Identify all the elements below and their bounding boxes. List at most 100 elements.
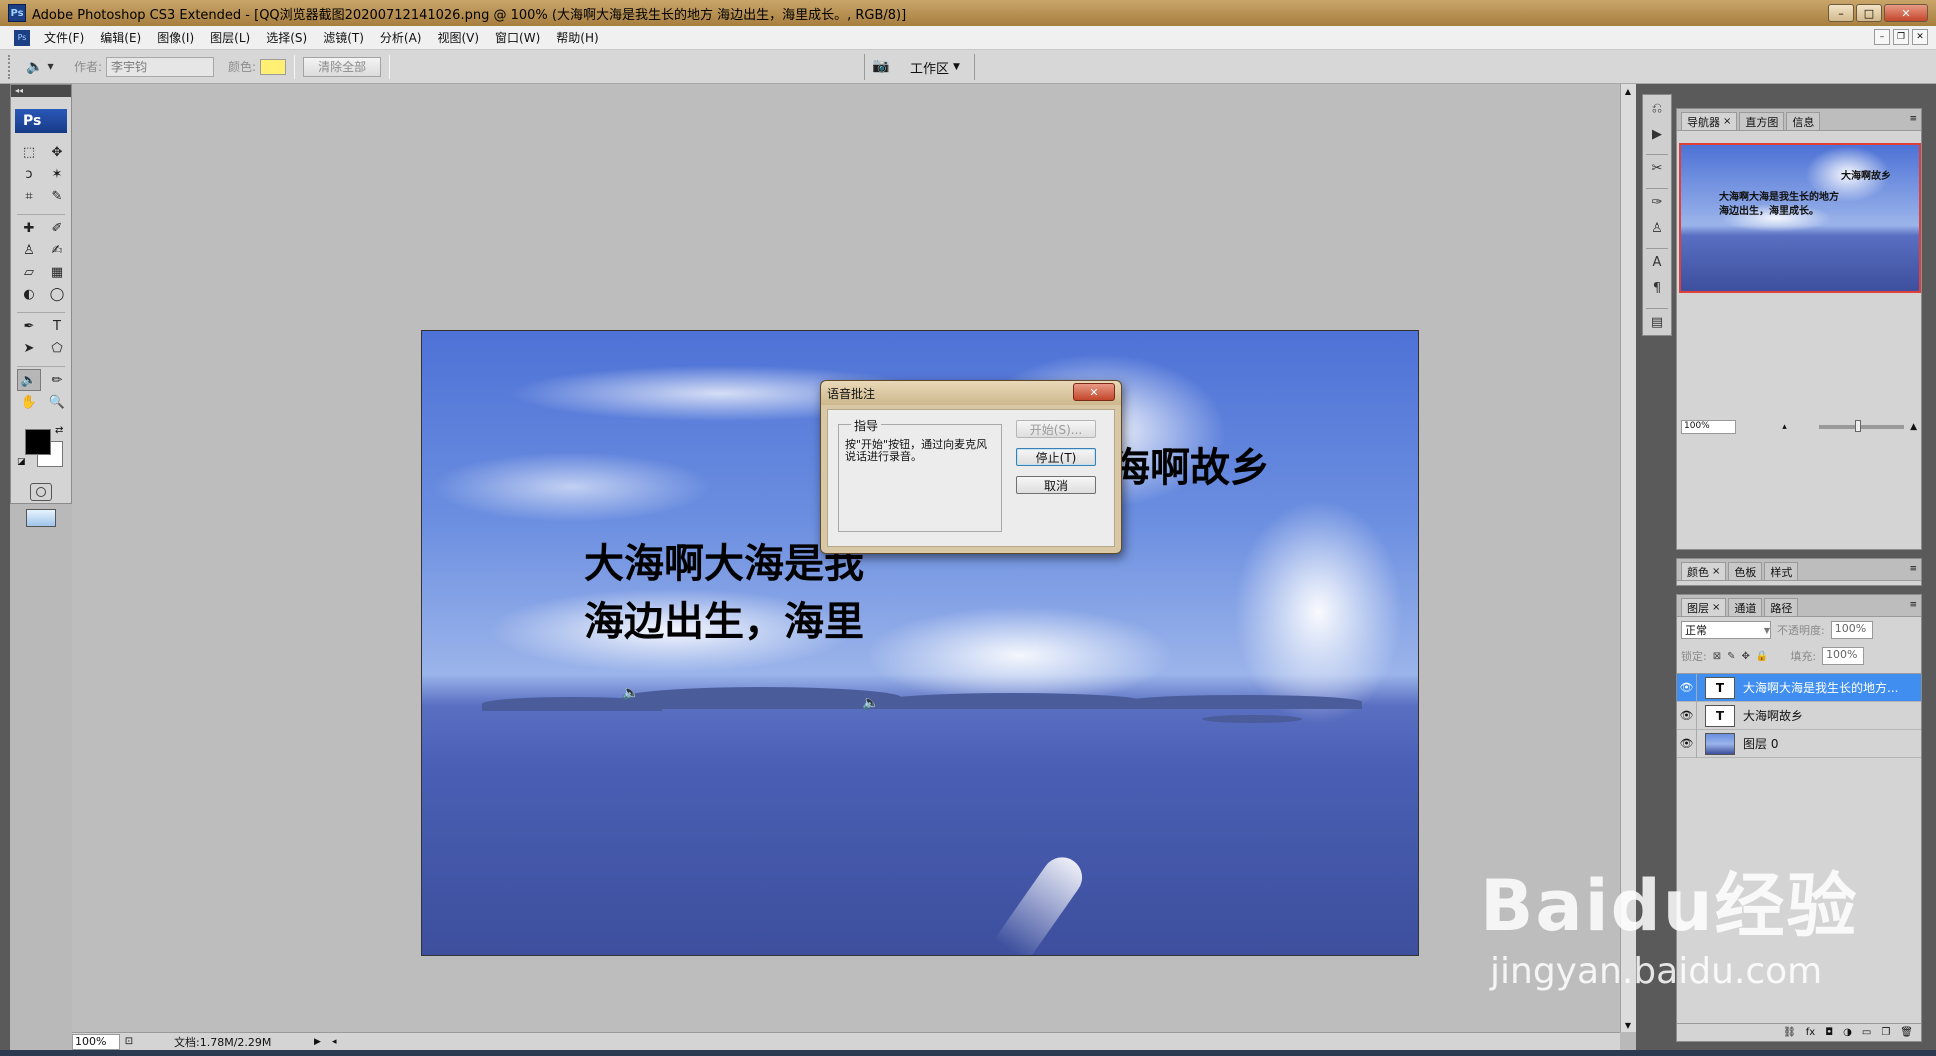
annotation-color-swatch[interactable] xyxy=(260,58,287,75)
audio-annotation-tool-icon[interactable]: 🔈 xyxy=(17,369,41,391)
shape-tool-icon[interactable]: ⬠ xyxy=(45,337,69,359)
tab-styles[interactable]: 样式 xyxy=(1764,562,1799,580)
eraser-tool-icon[interactable]: ▱ xyxy=(17,261,41,283)
blend-mode-select[interactable]: 正常 ▼ xyxy=(1681,621,1771,639)
navigator-zoom-field[interactable]: 100% xyxy=(1681,420,1737,434)
swap-colors-icon[interactable]: ⇄ xyxy=(55,425,63,436)
options-grip[interactable] xyxy=(8,54,14,79)
author-field[interactable] xyxy=(106,56,215,77)
clone-source-icon[interactable]: ♙ xyxy=(1643,215,1671,241)
tab-color[interactable]: 颜色 × xyxy=(1681,562,1727,580)
document-icon[interactable]: Ps xyxy=(14,29,30,46)
character-panel-icon[interactable]: A xyxy=(1643,249,1671,275)
minimize-button[interactable]: – xyxy=(1828,4,1854,22)
scroll-left-icon[interactable]: ◂ xyxy=(332,1037,344,1047)
close-icon[interactable]: × xyxy=(1712,566,1720,577)
close-icon[interactable]: × xyxy=(1712,602,1720,613)
lasso-tool-icon[interactable]: ↄ xyxy=(17,163,41,185)
scroll-up-icon[interactable]: ▲ xyxy=(1621,84,1635,98)
blur-tool-icon[interactable]: ◐ xyxy=(17,283,41,305)
link-layers-icon[interactable]: ⛓ xyxy=(1783,1027,1796,1038)
type-tool-icon[interactable]: T xyxy=(45,315,69,337)
new-layer-icon[interactable]: ❐ xyxy=(1881,1027,1890,1038)
scroll-down-icon[interactable]: ▼ xyxy=(1621,1018,1635,1032)
doc-restore-button[interactable]: ❐ xyxy=(1893,29,1909,45)
dodge-tool-icon[interactable]: ◯ xyxy=(45,283,69,305)
hand-tool-icon[interactable]: ✋ xyxy=(17,391,41,413)
tab-histogram[interactable]: 直方图 xyxy=(1739,112,1785,130)
tab-channels[interactable]: 通道 xyxy=(1728,598,1763,616)
delete-layer-icon[interactable]: 🗑 xyxy=(1900,1027,1913,1038)
lock-position-icon[interactable]: ✥ xyxy=(1742,651,1750,662)
menu-help[interactable]: 帮助(H) xyxy=(548,26,606,50)
brushes-panel-icon[interactable]: ✑ xyxy=(1643,189,1671,215)
layer-mask-icon[interactable]: ◘ xyxy=(1825,1027,1833,1038)
menu-filter[interactable]: 滤镜(T) xyxy=(315,26,372,50)
layer-row[interactable]: 👁 图层 0 xyxy=(1677,729,1921,758)
gradient-tool-icon[interactable]: ▦ xyxy=(45,261,69,283)
panel-menu-icon[interactable]: ≡ xyxy=(1909,114,1917,124)
zoom-out-icon[interactable]: ▴ xyxy=(1782,422,1787,432)
workspace-menu[interactable]: 工作区 ▼ xyxy=(904,56,966,78)
tab-swatches[interactable]: 色板 xyxy=(1728,562,1763,580)
layer-style-icon[interactable]: fx xyxy=(1806,1027,1815,1038)
menu-select[interactable]: 选择(S) xyxy=(258,26,315,50)
lock-image-icon[interactable]: ✎ xyxy=(1727,651,1735,662)
tab-navigator[interactable]: 导航器 × xyxy=(1681,112,1738,130)
marquee-tool-icon[interactable]: ⬚ xyxy=(17,141,41,163)
dialog-close-button[interactable]: ✕ xyxy=(1073,383,1115,401)
menu-view[interactable]: 视图(V) xyxy=(429,26,487,50)
menu-layer[interactable]: 图层(L) xyxy=(202,26,258,50)
opacity-field[interactable]: 100% xyxy=(1830,621,1873,639)
slider-thumb[interactable] xyxy=(1854,420,1861,432)
paragraph-panel-icon[interactable]: ¶ xyxy=(1643,275,1671,301)
new-group-icon[interactable]: ▭ xyxy=(1862,1027,1871,1038)
adjustment-layer-icon[interactable]: ◑ xyxy=(1843,1027,1852,1038)
menu-analysis[interactable]: 分析(A) xyxy=(372,26,430,50)
panel-menu-icon[interactable]: ≡ xyxy=(1909,564,1917,574)
tab-info[interactable]: 信息 xyxy=(1786,112,1821,130)
close-icon[interactable]: × xyxy=(1723,116,1731,127)
lock-all-icon[interactable]: 🔒 xyxy=(1756,651,1768,662)
actions-panel-icon[interactable]: ▶ xyxy=(1643,121,1671,147)
navigator-thumbnail[interactable]: 大海啊故乡 大海啊大海是我生长的地方 海边出生，海里成长。 xyxy=(1679,143,1921,293)
crop-tool-icon[interactable]: ⌗ xyxy=(17,185,41,207)
history-brush-tool-icon[interactable]: ✍ xyxy=(45,239,69,261)
audio-annotation-icon[interactable]: 🔈 xyxy=(862,695,879,711)
zoom-field[interactable]: 100% xyxy=(72,1033,120,1050)
visibility-eye-icon[interactable]: 👁 xyxy=(1677,673,1697,702)
healing-brush-tool-icon[interactable]: ✚ xyxy=(17,217,41,239)
toolbox-collapse-icon[interactable]: ◂◂ xyxy=(11,85,71,97)
zoom-in-icon[interactable]: ▲ xyxy=(1910,422,1917,432)
close-window-button[interactable]: ✕ xyxy=(1884,4,1928,22)
doc-close-button[interactable]: ✕ xyxy=(1912,29,1928,45)
cancel-button[interactable]: 取消 xyxy=(1016,476,1096,494)
tab-paths[interactable]: 路径 xyxy=(1764,598,1799,616)
fill-field[interactable]: 100% xyxy=(1822,647,1865,665)
visibility-eye-icon[interactable]: 👁 xyxy=(1677,729,1697,758)
layer-row[interactable]: 👁 T 大海啊故乡 xyxy=(1677,701,1921,730)
menu-edit[interactable]: 编辑(E) xyxy=(92,26,149,50)
doc-minimize-button[interactable]: – xyxy=(1874,29,1890,45)
slice-tool-icon[interactable]: ✎ xyxy=(45,185,69,207)
clear-all-button[interactable]: 清除全部 xyxy=(303,56,382,77)
maximize-button[interactable]: □ xyxy=(1856,4,1882,22)
panel-menu-icon[interactable]: ≡ xyxy=(1909,600,1917,610)
tab-layers[interactable]: 图层 × xyxy=(1681,598,1727,616)
toolbox-logo[interactable]: Ps xyxy=(15,109,67,133)
navigator-zoom-slider[interactable] xyxy=(1818,420,1905,432)
tool-presets-icon[interactable]: ✂ xyxy=(1643,155,1671,181)
foreground-color-swatch[interactable] xyxy=(25,429,51,455)
pen-tool-icon[interactable]: ✒ xyxy=(17,315,41,337)
visibility-eye-icon[interactable]: 👁 xyxy=(1677,701,1697,730)
audio-annotation-tool-preset[interactable]: 🔈 ▼ xyxy=(26,55,60,79)
start-button[interactable]: 开始(S)... xyxy=(1016,420,1096,438)
lock-transparency-icon[interactable]: ⊠ xyxy=(1713,651,1721,662)
history-panel-icon[interactable]: ⎌ xyxy=(1643,95,1671,121)
layer-row[interactable]: 👁 T 大海啊大海是我生长的地方... xyxy=(1677,673,1921,702)
screen-mode-button[interactable] xyxy=(26,509,56,527)
brush-tool-icon[interactable]: ✐ xyxy=(45,217,69,239)
magic-wand-tool-icon[interactable]: ✶ xyxy=(45,163,69,185)
path-selection-tool-icon[interactable]: ➤ xyxy=(17,337,41,359)
eyedropper-tool-icon[interactable]: ✏ xyxy=(45,369,69,391)
